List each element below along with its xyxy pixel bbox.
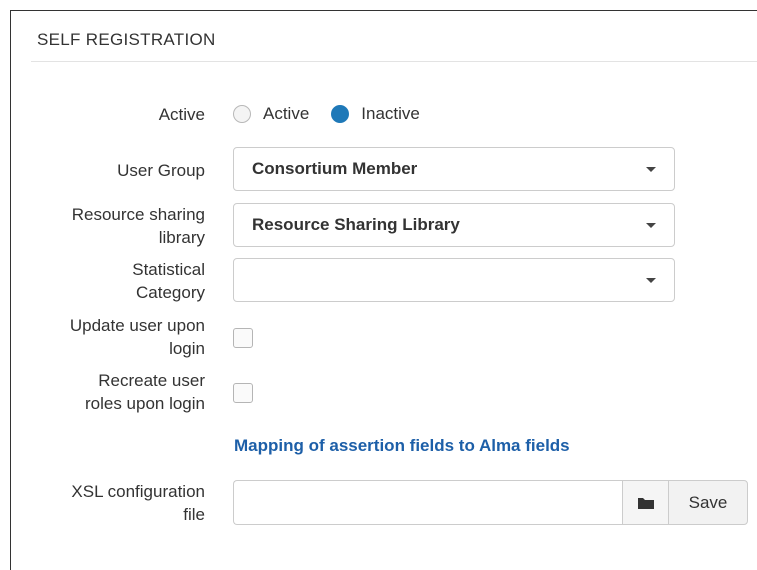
caret-down-icon xyxy=(646,223,656,228)
recreate-roles-label-line2: roles upon login xyxy=(84,394,205,413)
radio-inactive[interactable] xyxy=(331,105,350,123)
xsl-config-label-line2: file xyxy=(183,505,205,524)
resource-sharing-label-line2: library xyxy=(158,228,205,247)
save-button[interactable]: Save xyxy=(668,480,748,525)
resource-sharing-label-line1: Resource sharing xyxy=(71,205,205,224)
update-user-label-line1: Update user upon xyxy=(69,316,205,335)
browse-button[interactable] xyxy=(622,480,669,525)
caret-down-icon xyxy=(646,278,656,283)
radio-active-label[interactable]: Active xyxy=(263,104,309,124)
radio-active[interactable] xyxy=(233,105,251,123)
statistical-category-label-line1: Statistical xyxy=(132,260,205,279)
xsl-config-file-input[interactable] xyxy=(233,480,623,525)
active-label: Active xyxy=(158,105,205,124)
section-title: SELF REGISTRATION xyxy=(37,30,216,49)
radio-inactive-label[interactable]: Inactive xyxy=(361,104,420,124)
xsl-config-label-line1: XSL configuration xyxy=(71,482,205,501)
user-group-select[interactable]: Consortium Member xyxy=(233,147,675,191)
user-group-value: Consortium Member xyxy=(252,159,418,178)
active-radio-group: Active Inactive xyxy=(233,102,442,126)
update-user-checkbox[interactable] xyxy=(233,328,253,348)
resource-sharing-value: Resource Sharing Library xyxy=(252,215,460,234)
mapping-link[interactable]: Mapping of assertion fields to Alma fiel… xyxy=(234,436,570,456)
statistical-category-select[interactable] xyxy=(233,258,675,302)
section-divider xyxy=(31,61,757,62)
user-group-label: User Group xyxy=(117,161,205,180)
statistical-category-label-line2: Category xyxy=(136,283,205,302)
update-user-label-line2: login xyxy=(169,339,205,358)
folder-icon xyxy=(637,497,654,509)
recreate-roles-label-line1: Recreate user xyxy=(98,371,205,390)
caret-down-icon xyxy=(646,167,656,172)
recreate-roles-checkbox[interactable] xyxy=(233,383,253,403)
resource-sharing-select[interactable]: Resource Sharing Library xyxy=(233,203,675,247)
